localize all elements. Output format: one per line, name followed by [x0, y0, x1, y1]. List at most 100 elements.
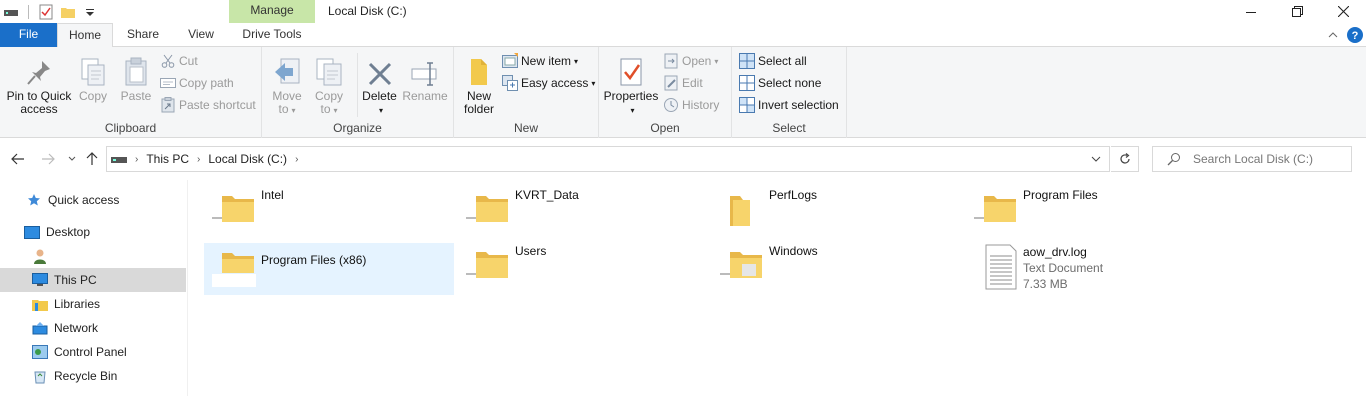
customize-toolbar-icon[interactable] [79, 2, 101, 22]
search-box[interactable]: Search Local Disk (C:) [1152, 146, 1352, 172]
paste-shortcut-button[interactable]: Paste shortcut [160, 95, 256, 115]
properties-icon [603, 53, 659, 87]
address-history-button[interactable] [1091, 156, 1101, 162]
folder-icon [466, 186, 510, 222]
nav-recycle-bin[interactable]: Recycle Bin [0, 364, 186, 388]
drive-icon[interactable] [0, 2, 22, 22]
scissors-icon [160, 53, 176, 69]
nav-user-folder[interactable] [0, 244, 186, 268]
paste-button[interactable]: Paste [117, 53, 155, 103]
refresh-icon [1119, 153, 1130, 164]
copy-to-button[interactable]: Copy to ▾ [308, 53, 350, 117]
text-document-icon [974, 244, 1018, 290]
dropdown-caret-icon: ▾ [333, 106, 338, 115]
folder-name: Program Files (x86) [261, 253, 367, 267]
desktop-icon [24, 224, 40, 240]
minimize-button[interactable] [1228, 0, 1274, 23]
organize-group-label: Organize [333, 121, 382, 135]
back-button[interactable] [8, 149, 28, 169]
breadcrumb-chevron-icon[interactable]: › [197, 154, 200, 165]
select-all-icon [739, 53, 755, 69]
delete-button[interactable]: Delete ▾ [357, 53, 401, 117]
drive-icon [111, 154, 127, 164]
close-icon [1337, 6, 1349, 17]
new-folder-icon[interactable] [57, 2, 79, 22]
nav-libraries[interactable]: Libraries [0, 292, 186, 316]
folder-tile[interactable]: KVRT_Data [458, 178, 708, 230]
paste-icon [117, 53, 155, 87]
open-button[interactable]: Open ▾ [663, 51, 718, 71]
tab-view[interactable]: View [173, 23, 229, 47]
restore-icon [1291, 6, 1303, 17]
tab-drive-tools[interactable]: Drive Tools [229, 23, 315, 47]
new-item-button[interactable]: New item ▾ [502, 51, 578, 71]
nav-control-panel[interactable]: Control Panel [0, 340, 186, 364]
copy-label: Copy [78, 89, 107, 103]
folder-tile[interactable]: Windows [712, 234, 962, 286]
ribbon: Pin to Quick access Copy Paste Cut Copy … [0, 47, 1366, 138]
folder-tile[interactable]: Program Files [966, 178, 1216, 230]
properties-button[interactable]: Properties ▾ [603, 53, 659, 117]
new-group: New folder New item ▾ Easy access ▾ New [454, 47, 599, 138]
collapse-ribbon-button[interactable] [1324, 26, 1342, 44]
quick-access-toolbar [0, 2, 101, 22]
copy-button[interactable]: Copy [74, 53, 112, 103]
folder-icon [466, 242, 510, 278]
control-panel-icon [32, 344, 48, 360]
pin-to-quick-access-button[interactable]: Pin to Quick access [4, 53, 74, 116]
title-bar: Manage Local Disk (C:) [0, 0, 1366, 23]
file-tile[interactable]: aow_drv.log Text Document 7.33 MB [966, 234, 1216, 296]
nav-desktop[interactable]: Desktop [0, 220, 186, 244]
refresh-button[interactable] [1111, 146, 1139, 172]
properties-icon[interactable] [35, 2, 57, 22]
breadcrumb-chevron-icon[interactable]: › [135, 154, 138, 165]
select-all-button[interactable]: Select all [739, 51, 807, 71]
tab-share[interactable]: Share [113, 23, 173, 47]
tab-manage[interactable]: Manage [229, 0, 315, 23]
folder-tile[interactable]: Users [458, 234, 708, 286]
cut-label: Cut [179, 54, 198, 68]
edit-button[interactable]: Edit [663, 73, 703, 93]
history-button[interactable]: History [663, 95, 719, 115]
recent-locations-button[interactable] [62, 149, 82, 169]
folder-tile[interactable]: Intel [204, 178, 454, 230]
tab-home[interactable]: Home [57, 23, 113, 48]
dropdown-caret-icon: ▾ [574, 56, 579, 66]
forward-button[interactable] [38, 149, 58, 169]
folder-name: KVRT_Data [515, 188, 579, 202]
copy-path-label: Copy path [179, 76, 234, 90]
up-button[interactable] [82, 149, 102, 169]
maximize-button[interactable] [1274, 0, 1320, 23]
breadcrumb-chevron-icon[interactable]: › [295, 154, 298, 165]
copy-path-button[interactable]: Copy path [160, 73, 234, 93]
nav-network[interactable]: Network [0, 316, 186, 340]
star-icon [26, 192, 42, 208]
new-item-label: New item [521, 54, 572, 68]
cut-button[interactable]: Cut [160, 51, 198, 71]
rename-button[interactable]: Rename [402, 53, 448, 103]
tab-file[interactable]: File [0, 23, 57, 47]
ribbon-tabs: File Home Share View Drive Tools [0, 23, 1366, 48]
computer-icon [32, 272, 48, 288]
new-item-icon [502, 53, 518, 69]
folder-tile[interactable]: PerfLogs [712, 178, 962, 238]
recycle-bin-icon [32, 368, 48, 384]
arrow-up-icon [86, 152, 98, 165]
nav-quick-access[interactable]: Quick access [0, 188, 186, 212]
folder-tile-selected[interactable]: Program Files (x86) [204, 243, 454, 300]
copy-to-label-2: to [320, 102, 331, 116]
invert-selection-button[interactable]: Invert selection [739, 95, 839, 115]
move-to-button[interactable]: Move to ▾ [266, 53, 308, 117]
close-button[interactable] [1320, 0, 1366, 23]
new-folder-button[interactable]: New folder [458, 53, 500, 116]
help-button[interactable]: ? [1346, 26, 1364, 44]
nav-this-pc[interactable]: This PC [0, 268, 186, 292]
easy-access-button[interactable]: Easy access ▾ [502, 73, 595, 93]
breadcrumb-local-disk[interactable]: Local Disk (C:) [208, 152, 287, 166]
address-bar[interactable]: › This PC › Local Disk (C:) › [106, 146, 1110, 172]
select-all-label: Select all [758, 54, 807, 68]
select-none-button[interactable]: Select none [739, 73, 821, 93]
breadcrumb-this-pc[interactable]: This PC [146, 152, 189, 166]
properties-label: Properties [603, 89, 659, 103]
folder-name: Users [515, 244, 547, 258]
